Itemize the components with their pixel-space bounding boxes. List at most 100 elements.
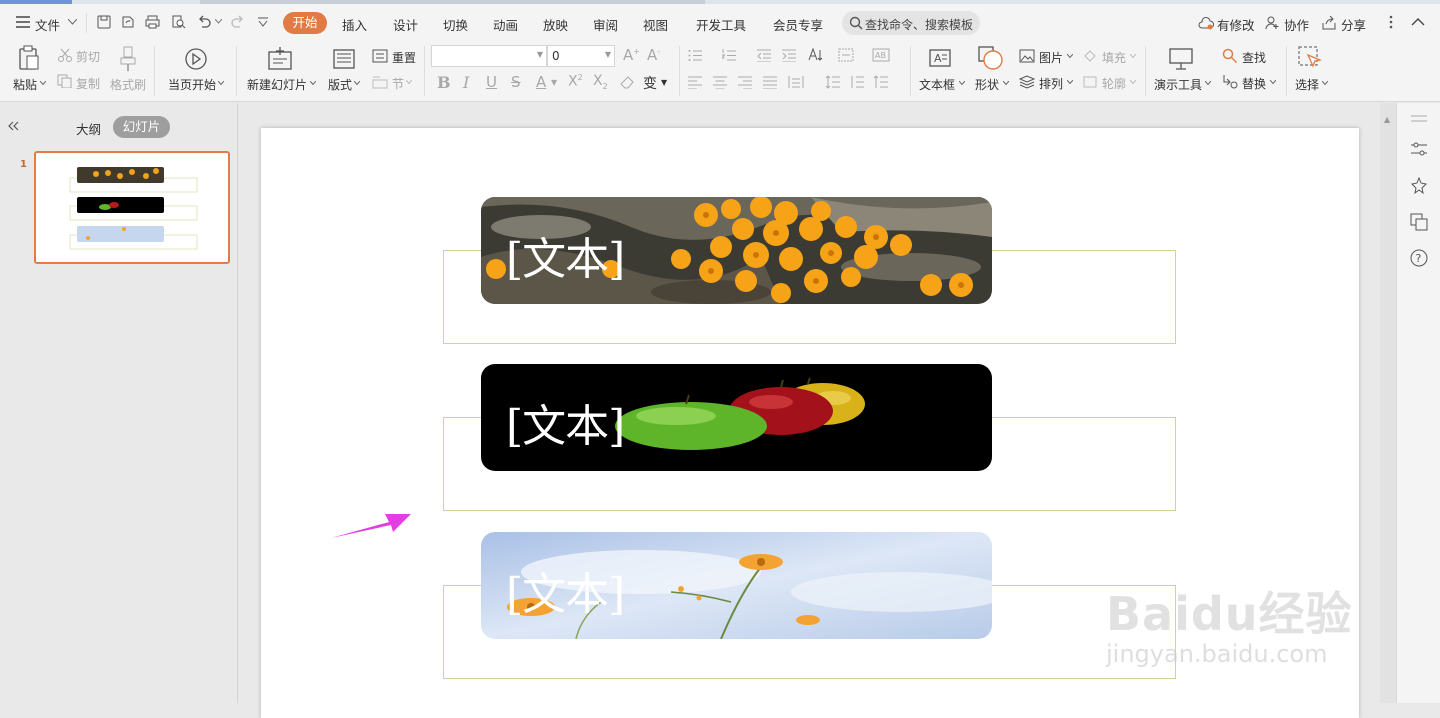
text-placeholder-2[interactable]: [文本]	[506, 390, 625, 454]
bullet-list-icon[interactable]	[688, 49, 702, 62]
animation-pane-icon[interactable]	[1410, 177, 1428, 195]
find-button[interactable]: 查找	[1242, 49, 1266, 66]
save-icon[interactable]	[97, 15, 111, 29]
arrange-dropdown-icon[interactable]	[1067, 80, 1073, 84]
tab-developer[interactable]: 开发工具	[696, 15, 746, 34]
collapse-panel-icon[interactable]	[7, 121, 19, 131]
align-center-icon[interactable]	[713, 76, 727, 89]
tab-review[interactable]: 审阅	[593, 15, 618, 34]
command-search[interactable]: 查找命令、搜索模板	[842, 11, 980, 35]
tab-design[interactable]: 设计	[393, 15, 418, 34]
font-color-icon[interactable]: A	[536, 73, 546, 91]
textbox-dropdown-icon[interactable]	[959, 81, 965, 85]
outline-button[interactable]: 轮廓	[1102, 75, 1126, 92]
underline-icon[interactable]: U	[486, 73, 497, 91]
customize-toolbar-icon[interactable]	[258, 17, 268, 27]
superscript-icon[interactable]: X2	[568, 73, 583, 90]
paste-icon[interactable]	[18, 45, 40, 71]
phonetic-icon[interactable]: 变	[643, 73, 657, 93]
fill-dropdown-icon[interactable]	[1130, 54, 1136, 58]
picture-dropdown-icon[interactable]	[1067, 54, 1073, 58]
play-from-current-icon[interactable]	[184, 47, 208, 71]
numbered-list-icon[interactable]	[722, 49, 736, 62]
format-painter-button[interactable]: 格式刷	[110, 76, 146, 93]
decrease-font-icon[interactable]: A-	[647, 46, 660, 64]
picture-button[interactable]: 图片	[1039, 49, 1063, 66]
phonetic-dropdown-icon[interactable]: ▼	[661, 78, 667, 87]
shape-icon[interactable]	[978, 46, 1004, 70]
align-left-icon[interactable]	[688, 76, 702, 89]
text-placeholder-1[interactable]: [文本]	[506, 223, 625, 287]
modified-status[interactable]: 有修改	[1217, 15, 1255, 34]
tab-member[interactable]: 会员专享	[773, 15, 823, 34]
layout-icon[interactable]	[333, 49, 355, 69]
outline-dropdown-icon[interactable]	[1130, 80, 1136, 84]
tab-insert[interactable]: 插入	[342, 15, 367, 34]
paste-button[interactable]: 粘贴	[13, 76, 37, 93]
undo-icon[interactable]	[197, 15, 211, 29]
vertical-scrollbar[interactable]: ▲	[1380, 103, 1396, 703]
textbox-button[interactable]: 文本框	[919, 76, 955, 93]
strikethrough-icon[interactable]: S	[511, 73, 521, 91]
shape-button[interactable]: 形状	[975, 76, 999, 93]
print-icon[interactable]	[145, 15, 160, 29]
replace-dropdown-icon[interactable]	[1270, 80, 1276, 84]
picture-orange-flowers[interactable]: [文本]	[481, 197, 992, 304]
picture-sky-flowers[interactable]: [文本]	[481, 532, 992, 639]
properties-icon[interactable]	[1410, 141, 1428, 157]
export-pdf-icon[interactable]	[121, 15, 135, 29]
new-slide-dropdown-icon[interactable]	[310, 81, 316, 85]
paragraph-settings-icon[interactable]	[874, 75, 892, 89]
copy-button[interactable]: 复制	[76, 75, 100, 92]
fill-button[interactable]: 填充	[1102, 49, 1126, 66]
picture-apples[interactable]: [文本]	[481, 364, 992, 471]
slide-thumbnail[interactable]	[34, 151, 230, 264]
presentation-tools-icon[interactable]	[1169, 47, 1195, 71]
slide-canvas[interactable]: [文本] [文本] [文本]	[261, 128, 1359, 718]
paragraph-spacing-icon[interactable]	[850, 75, 864, 89]
new-slide-icon[interactable]	[268, 47, 294, 71]
new-slide-button[interactable]: 新建幻灯片	[247, 76, 307, 93]
presentation-tools-dropdown-icon[interactable]	[1205, 81, 1211, 85]
layout-button[interactable]: 版式	[328, 76, 352, 93]
increase-font-icon[interactable]: A+	[623, 46, 640, 64]
paste-dropdown-icon[interactable]	[40, 81, 46, 85]
tab-slideshow[interactable]: 放映	[543, 15, 568, 34]
increase-indent-icon[interactable]	[782, 49, 796, 62]
justify-icon[interactable]	[763, 76, 777, 89]
replace-button[interactable]: 替换	[1242, 75, 1266, 92]
help-icon[interactable]: ?	[1410, 249, 1428, 267]
align-right-icon[interactable]	[738, 76, 752, 89]
section-button[interactable]: 节	[392, 75, 404, 92]
align-text-icon[interactable]	[838, 48, 854, 62]
font-size-combo[interactable]: 0 ▼	[547, 45, 615, 67]
tab-transition[interactable]: 切换	[443, 15, 468, 34]
clear-format-icon[interactable]	[620, 76, 635, 89]
text-placeholder-3[interactable]: [文本]	[506, 558, 625, 622]
undo-dropdown-icon[interactable]	[215, 19, 222, 24]
cut-button[interactable]: 剪切	[76, 48, 100, 65]
arrange-button[interactable]: 排列	[1039, 75, 1063, 92]
scroll-up-icon[interactable]: ▲	[1384, 115, 1390, 124]
backup-icon[interactable]	[1410, 213, 1428, 231]
tab-slides[interactable]: 幻灯片	[113, 116, 170, 138]
tab-animation[interactable]: 动画	[493, 15, 518, 34]
play-dropdown-icon[interactable]	[218, 81, 224, 85]
italic-icon[interactable]: I	[463, 73, 469, 92]
redo-icon[interactable]	[231, 15, 245, 29]
bold-icon[interactable]: B	[437, 73, 451, 92]
section-dropdown-icon[interactable]	[406, 80, 412, 84]
line-spacing-icon[interactable]	[826, 75, 840, 89]
presentation-tools-button[interactable]: 演示工具	[1154, 76, 1202, 93]
tab-view[interactable]: 视图	[643, 15, 668, 34]
select-dropdown-icon[interactable]	[1322, 81, 1328, 85]
decrease-indent-icon[interactable]	[757, 49, 771, 62]
select-icon[interactable]	[1298, 46, 1324, 72]
text-effect-icon[interactable]: AB	[872, 48, 890, 62]
textbox-icon[interactable]: A	[929, 47, 951, 69]
file-menu[interactable]: 文件	[35, 15, 60, 34]
layout-dropdown-icon[interactable]	[354, 81, 360, 85]
more-options-icon[interactable]	[1389, 15, 1393, 29]
collapse-ribbon-icon[interactable]	[1411, 17, 1425, 26]
share-button[interactable]: 分享	[1341, 15, 1366, 34]
